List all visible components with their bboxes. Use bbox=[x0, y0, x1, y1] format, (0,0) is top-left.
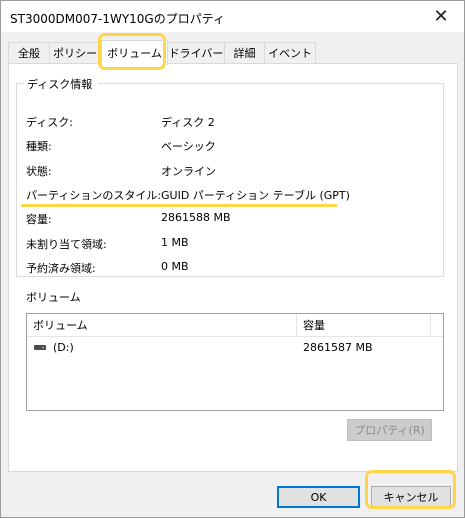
partition-style-value: GUID パーティション テーブル (GPT) bbox=[161, 189, 350, 202]
tab-label: 全般 bbox=[18, 47, 40, 60]
volume-capacity: 2861587 MB bbox=[303, 341, 373, 354]
tab-policy[interactable]: ポリシー bbox=[49, 42, 101, 63]
title-bar: ST3000DM007-1WY10Gのプロパティ ✕ bbox=[1, 1, 464, 32]
tab-driver[interactable]: ドライバー bbox=[167, 42, 225, 63]
tab-label: ドライバー bbox=[168, 47, 224, 60]
tab-label: イベント bbox=[268, 47, 312, 60]
unallocated-label: 未割り当て領域: bbox=[26, 238, 107, 251]
ok-button-label: OK bbox=[310, 490, 327, 504]
ok-button[interactable]: OK bbox=[277, 486, 360, 508]
column-label: 容量 bbox=[303, 319, 325, 332]
tab-general[interactable]: 全般 bbox=[8, 42, 50, 63]
close-icon: ✕ bbox=[433, 6, 449, 27]
list-item[interactable]: (D:) 2861587 MB bbox=[27, 338, 443, 358]
disk-info-title: ディスク情報 bbox=[24, 76, 99, 92]
partition-style-highlight bbox=[21, 204, 337, 207]
properties-window: ST3000DM007-1WY10Gのプロパティ ✕ 全般 ポリシー ボリューム… bbox=[0, 0, 465, 518]
close-button[interactable]: ✕ bbox=[418, 1, 464, 32]
drive-icon bbox=[34, 345, 46, 350]
tab-label: ポリシー bbox=[53, 47, 97, 60]
type-label: 種類: bbox=[26, 140, 52, 153]
status-label: 状態: bbox=[26, 165, 52, 178]
column-header-capacity[interactable]: 容量 bbox=[297, 314, 431, 336]
volumes-list[interactable]: ボリューム 容量 (D:) 2861587 MB bbox=[26, 313, 444, 411]
tab-details[interactable]: 詳細 bbox=[224, 42, 265, 63]
window-title: ST3000DM007-1WY10Gのプロパティ bbox=[10, 12, 225, 26]
properties-button[interactable]: プロパティ(R) bbox=[347, 419, 432, 441]
volumes-title: ボリューム bbox=[26, 291, 81, 304]
type-value: ベーシック bbox=[161, 140, 216, 153]
capacity-value: 2861588 MB bbox=[161, 211, 231, 224]
status-value: オンライン bbox=[161, 165, 216, 178]
partition-style-label: パーティションのスタイル: bbox=[26, 189, 162, 202]
unallocated-value: 1 MB bbox=[161, 236, 189, 249]
volume-name: (D:) bbox=[53, 341, 74, 354]
reserved-value: 0 MB bbox=[161, 260, 189, 273]
disk-value: ディスク 2 bbox=[161, 116, 215, 129]
tab-events[interactable]: イベント bbox=[264, 42, 316, 63]
tab-label: 詳細 bbox=[233, 47, 256, 60]
reserved-label: 予約済み領域: bbox=[26, 262, 96, 275]
properties-button-label: プロパティ(R) bbox=[354, 424, 425, 437]
cancel-button-highlight bbox=[365, 470, 456, 509]
volumes-list-header: ボリューム 容量 bbox=[27, 314, 443, 337]
capacity-label: 容量: bbox=[26, 213, 52, 226]
column-header-volume[interactable]: ボリューム bbox=[27, 314, 297, 336]
disk-label: ディスク: bbox=[26, 116, 73, 129]
column-label: ボリューム bbox=[33, 319, 88, 332]
volumes-tab-highlight bbox=[98, 33, 166, 70]
